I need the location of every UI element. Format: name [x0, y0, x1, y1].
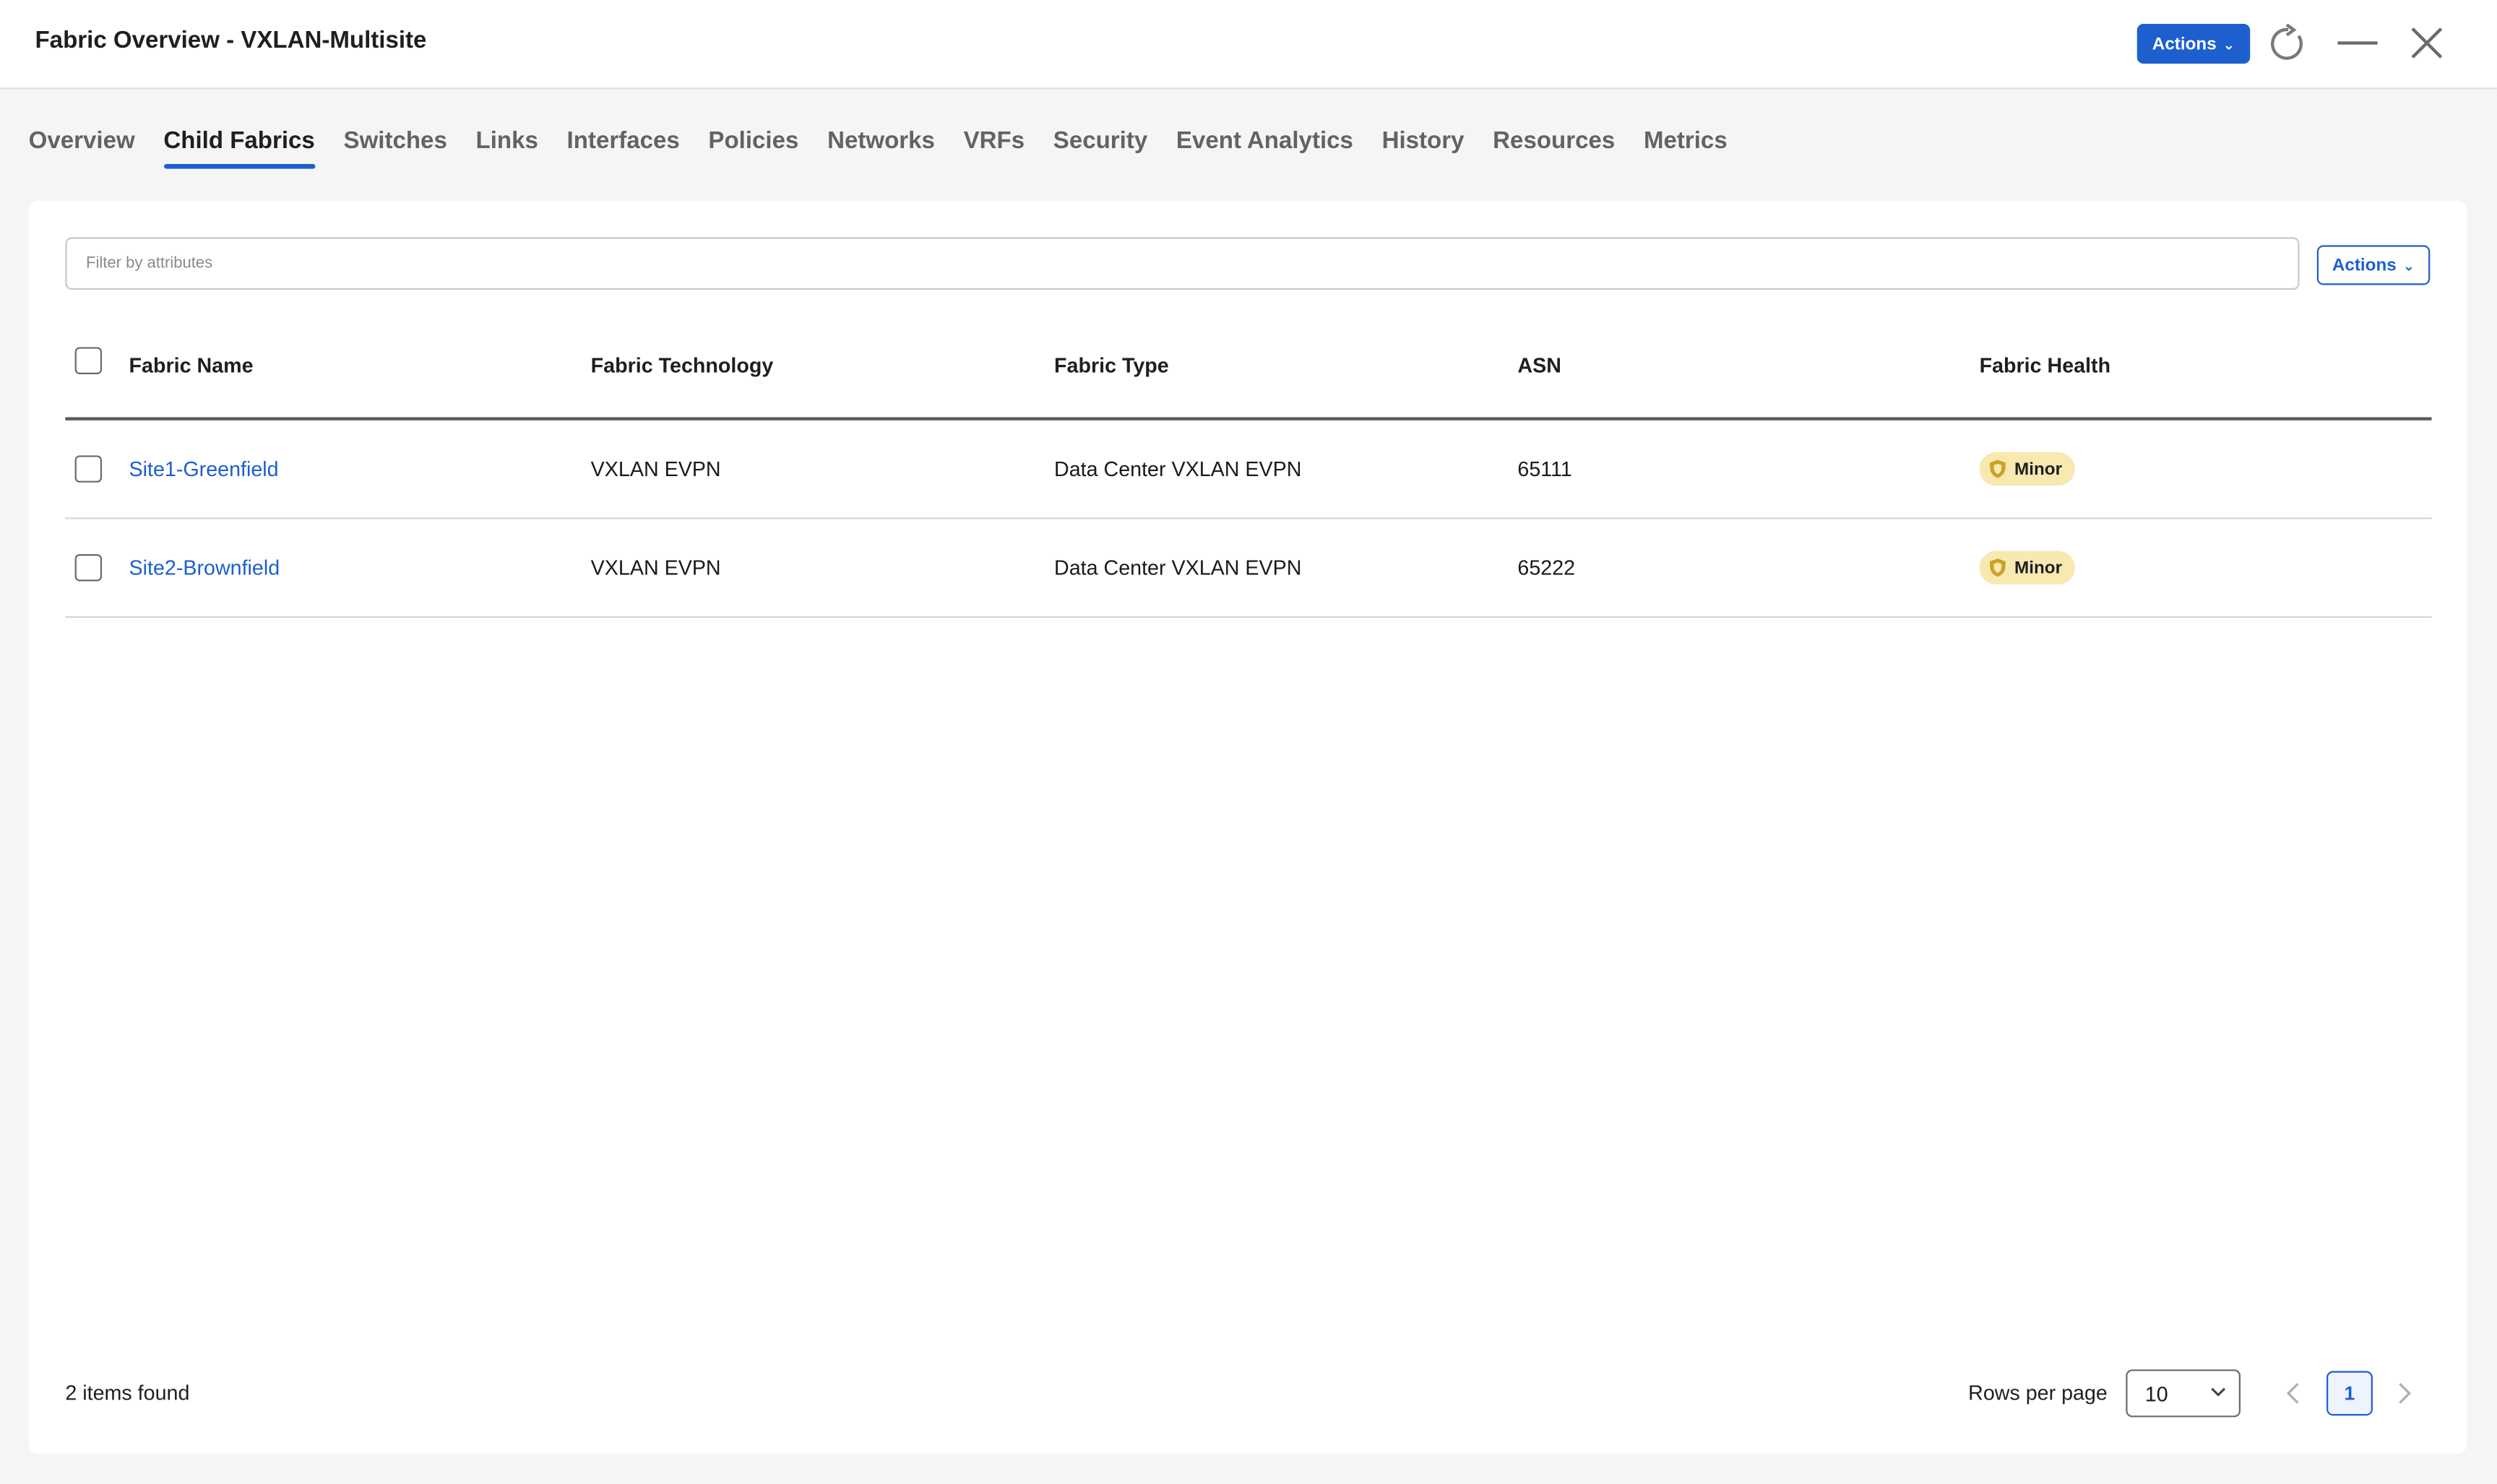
fabric-technology-cell: VXLAN EVPN: [590, 556, 721, 580]
chevron-down-icon: ⌄: [2222, 35, 2235, 52]
child-fabrics-table: Fabric Name Fabric Technology Fabric Typ…: [65, 317, 2432, 618]
rows-per-page-label: Rows per page: [1968, 1380, 2108, 1405]
asn-cell: 65222: [1517, 556, 1576, 580]
header-actions-button[interactable]: Actions ⌄: [2136, 24, 2251, 64]
row-select-cell: [74, 519, 103, 616]
tab-vrfs[interactable]: VRFs: [964, 127, 1025, 164]
fabric-type-cell: Data Center VXLAN EVPN: [1054, 556, 1302, 580]
fabric-overview-window: Fabric Overview - VXLAN-Multisite Action…: [0, 0, 2497, 1484]
chevron-down-icon: ⌄: [2402, 256, 2415, 273]
tab-switches[interactable]: Switches: [344, 127, 447, 164]
items-found-count: 2 items found: [65, 1380, 190, 1405]
tab-resources[interactable]: Resources: [1493, 127, 1615, 164]
row-checkbox[interactable]: [74, 455, 103, 483]
previous-page-icon[interactable]: [2284, 1381, 2303, 1406]
health-badge: Minor: [1979, 452, 2075, 486]
fabric-name-link[interactable]: Site1-Greenfield: [129, 420, 279, 517]
table-row[interactable]: Site1-Greenfield VXLAN EVPN Data Center …: [65, 420, 2432, 519]
select-all-cell: [74, 317, 103, 414]
fabric-health-cell: Minor: [1979, 519, 2075, 616]
health-badge: Minor: [1979, 551, 2075, 584]
asn-cell: 65111: [1517, 457, 1572, 481]
table-actions-button[interactable]: Actions ⌄: [2316, 245, 2431, 285]
tab-interfaces[interactable]: Interfaces: [567, 127, 680, 164]
tab-overview[interactable]: Overview: [29, 127, 135, 164]
close-icon[interactable]: [2410, 25, 2444, 60]
page-number-button[interactable]: 1: [2326, 1371, 2373, 1416]
minimize-icon[interactable]: [2337, 41, 2378, 45]
tab-networks[interactable]: Networks: [827, 127, 935, 164]
select-all-checkbox[interactable]: [74, 347, 103, 374]
fabric-health-cell: Minor: [1979, 420, 2075, 517]
refresh-icon[interactable]: [2267, 24, 2307, 64]
column-header-asn[interactable]: ASN: [1517, 317, 1561, 414]
header-actions-label: Actions: [2152, 34, 2217, 53]
table-row[interactable]: Site2-Brownfield VXLAN EVPN Data Center …: [65, 519, 2432, 618]
health-badge-label: Minor: [2014, 558, 2063, 577]
child-fabrics-panel: Actions ⌄ Fabric Name Fabric Technology …: [28, 200, 2467, 1454]
next-page-icon[interactable]: [2395, 1381, 2414, 1406]
rows-per-page-value: 10: [2144, 1381, 2168, 1406]
tab-child-fabrics[interactable]: Child Fabrics: [163, 127, 315, 169]
column-header-fabric-health[interactable]: Fabric Health: [1980, 317, 2111, 414]
rows-per-page-select[interactable]: 10: [2126, 1369, 2241, 1418]
fabric-name-link[interactable]: Site2-Brownfield: [129, 519, 280, 616]
fabric-technology-cell: VXLAN EVPN: [590, 457, 721, 481]
column-header-fabric-name[interactable]: Fabric Name: [129, 317, 254, 414]
column-header-fabric-technology[interactable]: Fabric Technology: [591, 317, 774, 414]
filter-input[interactable]: [65, 237, 2300, 290]
table-actions-label: Actions: [2332, 255, 2397, 275]
window-title: Fabric Overview - VXLAN-Multisite: [35, 27, 427, 54]
chevron-down-icon: [2211, 1387, 2226, 1397]
tab-event-analytics[interactable]: Event Analytics: [1176, 127, 1353, 164]
tab-security[interactable]: Security: [1053, 127, 1147, 164]
shield-warning-icon: [1989, 558, 2006, 577]
health-badge-label: Minor: [2014, 459, 2063, 479]
tab-bar: Overview Child Fabrics Switches Links In…: [29, 127, 1728, 169]
row-select-cell: [74, 420, 103, 517]
window-header: Fabric Overview - VXLAN-Multisite Action…: [0, 0, 2497, 90]
row-checkbox[interactable]: [74, 553, 103, 582]
fabric-type-cell: Data Center VXLAN EVPN: [1054, 457, 1302, 481]
shield-warning-icon: [1989, 460, 2006, 478]
column-header-fabric-type[interactable]: Fabric Type: [1054, 317, 1169, 414]
tab-links[interactable]: Links: [476, 127, 538, 164]
tab-metrics[interactable]: Metrics: [1644, 127, 1728, 164]
tab-policies[interactable]: Policies: [708, 127, 798, 164]
table-header: Fabric Name Fabric Technology Fabric Typ…: [65, 317, 2432, 420]
tab-history[interactable]: History: [1382, 127, 1465, 164]
